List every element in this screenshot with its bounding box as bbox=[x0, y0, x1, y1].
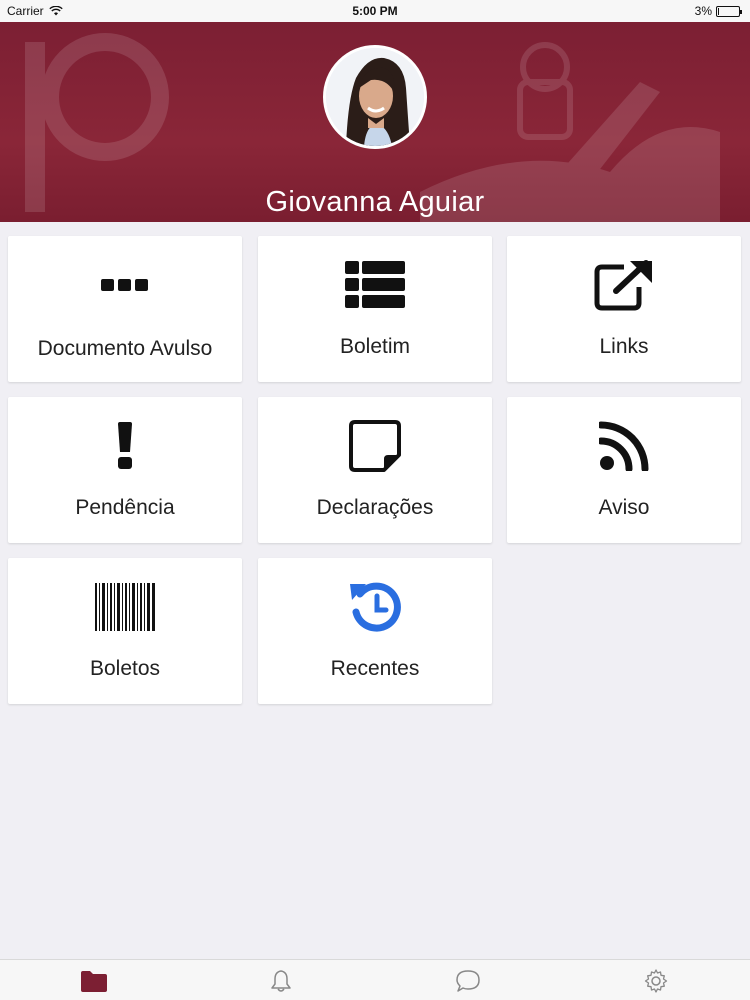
external-link-icon bbox=[594, 260, 652, 311]
avatar-photo bbox=[326, 48, 424, 146]
barcode-icon bbox=[95, 583, 155, 631]
tile-label: Documento Avulso bbox=[37, 337, 213, 360]
folder-icon bbox=[81, 971, 107, 992]
tab-settings[interactable] bbox=[641, 966, 671, 996]
tab-documents[interactable] bbox=[79, 966, 109, 996]
tile-links[interactable]: Links bbox=[507, 236, 741, 382]
list-icon bbox=[345, 261, 405, 308]
avatar[interactable] bbox=[323, 45, 427, 149]
tile-pendencia[interactable]: Pendência bbox=[8, 397, 242, 543]
tile-label: Boletim bbox=[339, 335, 411, 358]
tab-notifications[interactable] bbox=[266, 966, 296, 996]
tile-label: Boletos bbox=[89, 657, 161, 680]
tile-documento-avulso[interactable]: Documento Avulso bbox=[8, 236, 242, 382]
tile-label: Declarações bbox=[316, 496, 434, 519]
status-time: 5:00 PM bbox=[352, 4, 398, 18]
exclamation-icon bbox=[118, 422, 132, 469]
ellipsis-icon bbox=[101, 279, 148, 291]
tile-boletim[interactable]: Boletim bbox=[258, 236, 492, 382]
gear-icon bbox=[644, 969, 668, 993]
profile-header: Giovanna Aguiar bbox=[0, 22, 750, 222]
tab-messages[interactable] bbox=[453, 966, 483, 996]
tile-recentes[interactable]: Recentes bbox=[258, 558, 492, 704]
tile-label: Links bbox=[599, 335, 649, 358]
tile-label: Aviso bbox=[598, 496, 650, 519]
battery-percent: 3% bbox=[694, 4, 712, 18]
tile-label: Pendência bbox=[75, 496, 175, 519]
profile-name: Giovanna Aguiar bbox=[265, 186, 485, 218]
history-icon bbox=[350, 582, 401, 632]
status-bar: Carrier 5:00 PM 3% bbox=[0, 0, 750, 22]
chat-icon bbox=[456, 970, 480, 992]
tile-aviso[interactable]: Aviso bbox=[507, 397, 741, 543]
tab-bar bbox=[0, 959, 750, 1000]
tile-boletos[interactable]: Boletos bbox=[8, 558, 242, 704]
tile-label: Recentes bbox=[330, 657, 420, 680]
tile-declaracoes[interactable]: Declarações bbox=[258, 397, 492, 543]
battery-icon bbox=[716, 5, 742, 17]
sticky-note-icon bbox=[349, 420, 401, 472]
rss-icon bbox=[599, 421, 649, 471]
bell-icon bbox=[271, 970, 291, 992]
battery-level bbox=[718, 7, 719, 15]
